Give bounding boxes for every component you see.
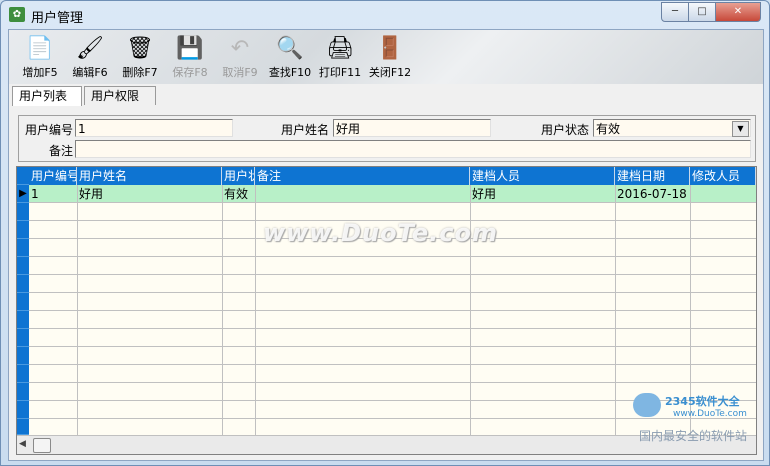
cell-modified-by: [690, 185, 756, 203]
add-doc-icon: 📄: [26, 36, 54, 61]
toolbar: 📄 增加F5 🖌 编辑F6 🗑 删除F7 💾 保存F8 ↶ 取消F9 🔍 查找F…: [9, 30, 763, 84]
column-divider: [255, 185, 256, 435]
save-icon: 💾: [176, 36, 204, 61]
table-row[interactable]: [29, 311, 756, 329]
watermark-text: www.DuoTe.com: [263, 219, 498, 247]
grid-header-corner: [17, 167, 29, 185]
cell-created-by: 好用: [472, 187, 497, 201]
cell-user-status: 有效: [224, 187, 249, 201]
table-row[interactable]: [29, 293, 756, 311]
user-id-field[interactable]: 1: [75, 119, 233, 137]
row-indicator[interactable]: [17, 401, 29, 419]
corner-slogan: 国内最安全的软件站: [639, 429, 748, 443]
row-indicator[interactable]: [17, 365, 29, 383]
user-form-panel: 用户编号 1 用户姓名 好用 用户状态 有效 ▼ 备注: [18, 115, 756, 162]
close-window-button[interactable]: ✕: [715, 2, 761, 22]
row-indicator[interactable]: [17, 257, 29, 275]
app-icon: ✿: [9, 7, 25, 22]
user-status-select[interactable]: 有效 ▼: [593, 119, 751, 137]
row-indicator[interactable]: [17, 383, 29, 401]
tab-user-permissions[interactable]: 用户权限: [84, 86, 156, 105]
row-indicator[interactable]: [17, 275, 29, 293]
trash-icon: 🗑: [126, 36, 154, 61]
row-indicator[interactable]: [17, 221, 29, 239]
user-name-field[interactable]: 好用: [333, 119, 491, 137]
table-row[interactable]: [29, 257, 756, 275]
cancel-button[interactable]: ↶ 取消F9: [215, 32, 265, 82]
corner-badge: 2345软件大全 www.DuoTe.com 国内最安全的软件站: [629, 389, 769, 445]
current-row-indicator[interactable]: ▶: [17, 185, 29, 203]
remark-field[interactable]: [75, 140, 751, 158]
user-status-label: 用户状态: [541, 123, 590, 137]
column-divider: [615, 185, 616, 435]
col-header-modified-by[interactable]: 修改人员: [690, 167, 756, 185]
col-header-created-date[interactable]: 建档日期: [615, 167, 690, 185]
scroll-left-icon[interactable]: ◀: [19, 439, 26, 449]
delete-button[interactable]: 🗑 删除F7: [115, 32, 165, 82]
column-divider: [222, 185, 223, 435]
col-header-user-status[interactable]: 用户状态: [222, 167, 255, 185]
row-indicator[interactable]: [17, 347, 29, 365]
cell-user-id: 1: [31, 187, 39, 201]
find-button[interactable]: 🔍 查找F10: [265, 32, 315, 82]
save-button[interactable]: 💾 保存F8: [165, 32, 215, 82]
row-indicator[interactable]: [17, 419, 29, 435]
table-row[interactable]: [29, 275, 756, 293]
undo-icon: ↶: [230, 36, 250, 61]
minimize-button[interactable]: ─: [661, 2, 689, 22]
table-row[interactable]: [29, 347, 756, 365]
search-person-icon: 🔍: [276, 36, 304, 61]
close-button[interactable]: 🚪 关闭F12: [365, 32, 415, 82]
row-pointer-icon: ▶: [19, 188, 27, 199]
maximize-button[interactable]: □: [688, 2, 716, 22]
mascot-logo-icon: [633, 393, 661, 417]
corner-url: www.DuoTe.com: [673, 409, 747, 419]
col-header-user-id[interactable]: 用户编号: [29, 167, 77, 185]
row-indicator[interactable]: [17, 311, 29, 329]
row-indicator[interactable]: [17, 293, 29, 311]
edit-button[interactable]: 🖌 编辑F6: [65, 32, 115, 82]
col-header-remark[interactable]: 备注: [255, 167, 470, 185]
edit-brush-icon: 🖌: [76, 36, 104, 61]
col-header-user-name[interactable]: 用户姓名: [77, 167, 222, 185]
remark-label: 备注: [49, 144, 74, 158]
main-window: ✿ 用户管理 ─ □ ✕ 📄 增加F5 🖌 编辑F6 🗑 删除F7 💾 保存F8: [0, 0, 770, 466]
cell-created-date: 2016-07-18: [617, 187, 687, 201]
corner-brand: 2345软件大全: [665, 395, 740, 408]
exit-door-icon: 🚪: [376, 36, 404, 61]
print-button[interactable]: 🖨 打印F11: [315, 32, 365, 82]
window-title: 用户管理: [31, 11, 84, 26]
user-status-value: 有效: [596, 122, 621, 136]
table-row[interactable]: [29, 329, 756, 347]
cell-user-name: 好用: [79, 187, 104, 201]
chevron-down-icon[interactable]: ▼: [732, 121, 749, 137]
title-bar[interactable]: ✿ 用户管理 ─ □ ✕: [1, 1, 769, 29]
cell-remark: [255, 185, 470, 203]
add-button[interactable]: 📄 增加F5: [15, 32, 65, 82]
column-divider: [77, 185, 78, 435]
scroll-thumb[interactable]: [33, 438, 51, 453]
col-header-created-by[interactable]: 建档人员: [470, 167, 615, 185]
row-indicator[interactable]: [17, 203, 29, 221]
user-id-label: 用户编号: [25, 123, 74, 137]
tab-user-list[interactable]: 用户列表: [12, 86, 82, 106]
user-name-label: 用户姓名: [281, 123, 330, 137]
table-row[interactable]: [29, 365, 756, 383]
close-button-label: 关闭F12: [368, 66, 412, 79]
row-indicator[interactable]: [17, 329, 29, 347]
printer-icon: 🖨: [326, 36, 354, 61]
row-indicator[interactable]: [17, 239, 29, 257]
table-row[interactable]: 1 好用 有效 好用 2016-07-18: [29, 185, 756, 203]
